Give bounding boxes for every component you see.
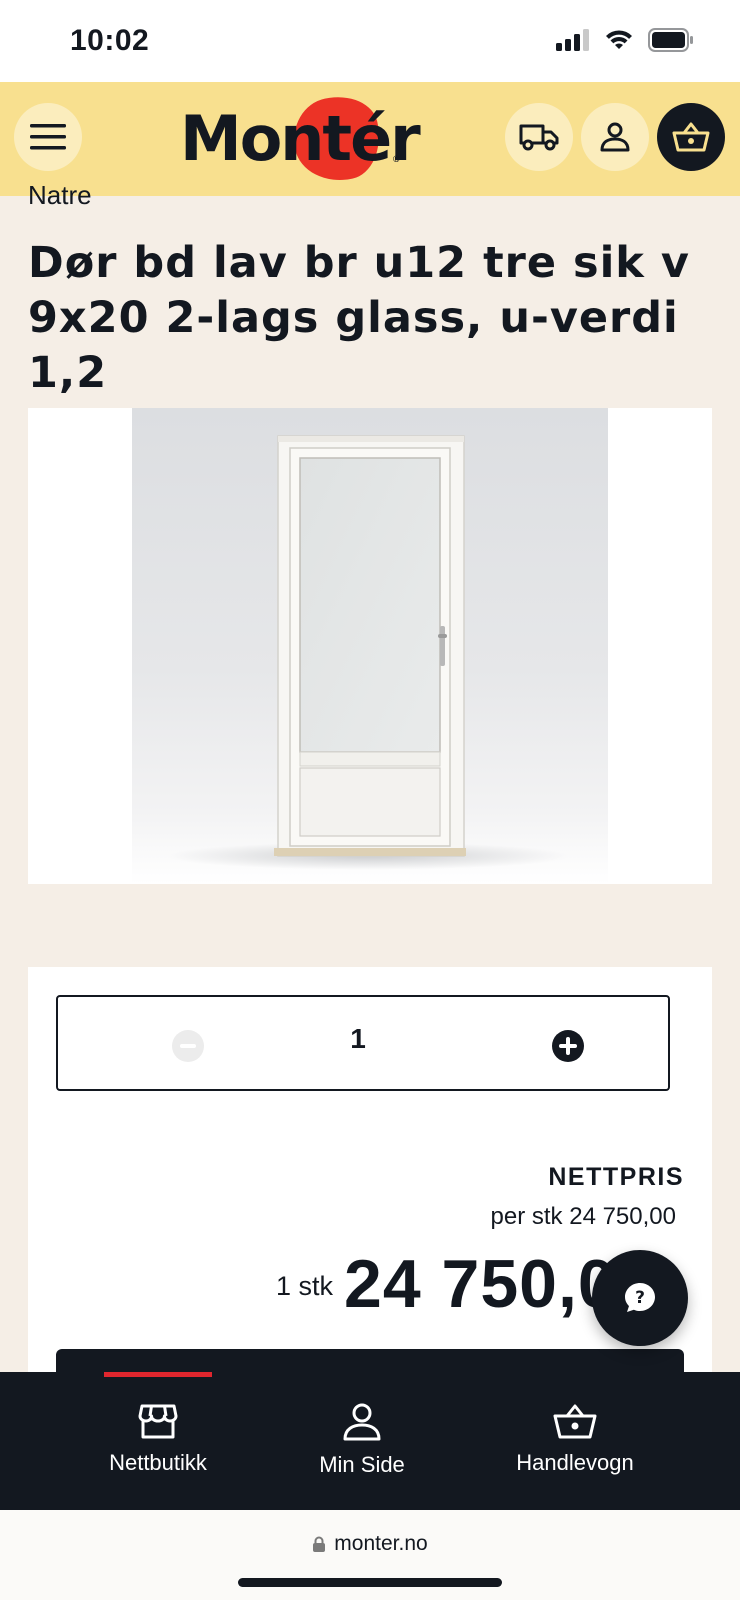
browser-url-bar: monter.no (0, 1510, 740, 1600)
nav-item-handlevogn[interactable]: Handlevogn (475, 1372, 675, 1510)
home-indicator (238, 1578, 502, 1587)
basket-icon (553, 1404, 597, 1439)
cart-button[interactable] (657, 103, 725, 171)
storefront-icon (138, 1404, 178, 1439)
lock-icon (313, 1536, 326, 1552)
url-text: monter.no (334, 1532, 428, 1555)
nav-label-nettbutikk: Nettbutikk (109, 1450, 207, 1475)
help-chat-icon: ? (625, 1283, 655, 1312)
quantity-stepper: 1 (56, 995, 670, 1091)
status-icons (556, 28, 694, 52)
door-illustration (168, 435, 568, 870)
person-icon (343, 1403, 381, 1441)
product-image[interactable] (28, 408, 712, 884)
delivery-button[interactable] (505, 103, 573, 171)
site-header: Montér ® (0, 82, 740, 196)
logo-text: Montér (180, 102, 421, 175)
minus-icon (180, 1044, 196, 1048)
truck-icon (519, 124, 559, 151)
monter-logo[interactable]: Montér ® (180, 88, 421, 190)
basket-icon (672, 122, 710, 152)
url-display[interactable]: monter.no (0, 1532, 740, 1556)
menu-icon (30, 124, 66, 150)
nav-label-min-side: Min Side (319, 1452, 405, 1477)
wifi-icon (606, 30, 632, 49)
breadcrumb[interactable]: Natre (28, 180, 92, 211)
increase-quantity-button[interactable] (552, 1030, 584, 1062)
total-quantity: 1 stk (276, 1271, 334, 1301)
quantity-value[interactable]: 1 (328, 1023, 388, 1055)
account-button[interactable] (581, 103, 649, 171)
svg-text:?: ? (635, 1288, 645, 1308)
nav-item-min-side[interactable]: Min Side (262, 1372, 462, 1510)
price-label: NETTPRIS (548, 1163, 684, 1191)
nav-item-nettbutikk[interactable]: Nettbutikk (58, 1372, 258, 1510)
decrease-quantity-button[interactable] (172, 1030, 204, 1062)
menu-button[interactable] (14, 103, 82, 171)
unit-price: per stk 24 750,00 (490, 1203, 676, 1230)
battery-icon (648, 28, 693, 52)
status-time: 10:02 (70, 24, 150, 57)
help-button[interactable]: ? (592, 1250, 688, 1346)
user-icon (600, 122, 630, 152)
product-title: Dør bd lav br u12 tre sik v 9x20 2-lags … (28, 238, 690, 398)
nav-label-handlevogn: Handlevogn (516, 1450, 634, 1475)
bottom-navigation: Nettbutikk Min Side Handlevogn (0, 1372, 740, 1510)
door-photo (132, 408, 608, 884)
status-bar: 10:02 (0, 0, 740, 82)
plus-icon (559, 1037, 577, 1055)
logo-registered-mark: ® (393, 154, 400, 164)
signal-icon (556, 29, 589, 51)
